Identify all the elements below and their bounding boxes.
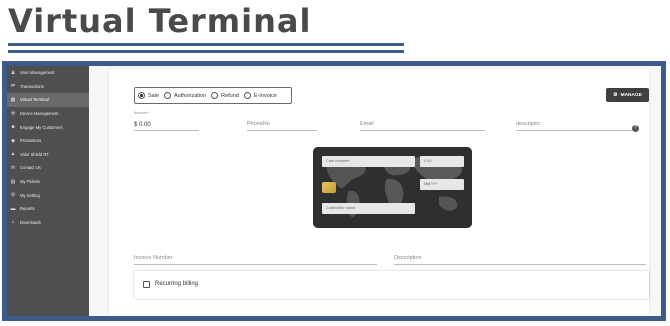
amount-value[interactable]: $ 0.00 — [134, 122, 151, 128]
sidebar-item-label: Engage My Customers — [20, 124, 63, 130]
customers-icon: ■ — [11, 124, 15, 131]
sidebar-item-label: My Tickets — [20, 179, 40, 185]
sidebar-item-my-setting[interactable]: ⚙ My Setting — [7, 188, 89, 202]
sidebar-item-downloads[interactable]: ⇣ Downloads — [7, 216, 89, 230]
expiry-input[interactable]: MM/YY* — [420, 179, 464, 190]
radio-refund-label: Refund — [221, 92, 239, 99]
sidebar: ♟ User Management ⇄ Transactions ▩ Virtual Te… — [7, 66, 89, 316]
ticket-icon: ▤ — [10, 178, 16, 185]
sidebar-item-engage-my-customers[interactable]: ■ Engage My Customers — [7, 120, 89, 134]
email-field[interactable]: Email — [360, 111, 485, 131]
terminal-card: Sale Authorization Refund E-Invoice ⚙ MA… — [109, 69, 649, 316]
manage-button-label: MANAGE — [620, 92, 642, 98]
gear-icon: ⚙ — [613, 92, 618, 98]
cvv-input[interactable]: CVV — [420, 156, 464, 167]
sidebar-item-user-management[interactable]: ♟ User Management — [7, 66, 89, 80]
radio-authorization-label: Authorization — [174, 92, 207, 99]
email-placeholder: Email — [360, 121, 374, 127]
card-number-input[interactable]: Card number* — [322, 156, 415, 167]
tag-icon: ◆ — [11, 137, 15, 144]
description-field[interactable]: Description — [394, 247, 646, 265]
help-icon[interactable]: ? — [632, 125, 639, 132]
manage-button[interactable]: ⚙ MANAGE — [606, 88, 649, 102]
sidebar-item-transactions[interactable]: ⇄ Transactions — [7, 80, 89, 94]
download-icon: ⇣ — [10, 219, 16, 226]
radio-einvoice-label: E-Invoice — [253, 92, 277, 99]
shield-icon: ▲ — [10, 151, 16, 158]
recurring-billing-checkbox[interactable] — [143, 281, 150, 288]
gear-icon: ⚙ — [10, 192, 16, 199]
credit-card-form: Card number* CVV MM/YY* Cardholder name — [313, 147, 472, 228]
description-placeholder: Description — [394, 255, 422, 261]
sidebar-item-virtual-terminal[interactable]: ▩ Virtual Terminal — [7, 93, 89, 107]
radio-refund[interactable]: Refund — [211, 92, 239, 99]
users-icon: ♟ — [10, 69, 16, 76]
sidebar-item-label: Downloads — [20, 219, 41, 225]
transaction-type-selector: Sale Authorization Refund E-Invoice — [134, 87, 292, 104]
amount-field[interactable]: Amount * $ 0.00 — [134, 111, 199, 131]
main-content: Sale Authorization Refund E-Invoice ⚙ MA… — [89, 66, 661, 316]
sidebar-item-valor-shield-rt[interactable]: ▲ Valor Shield RT — [7, 148, 89, 162]
phone-placeholder: PhoneNo — [247, 121, 270, 127]
phone-field[interactable]: PhoneNo — [247, 111, 317, 131]
report-icon: ▬ — [10, 205, 16, 212]
card-chip-icon — [322, 182, 336, 193]
sidebar-item-label: Promotions — [20, 138, 42, 144]
amount-label: Amount * — [134, 111, 150, 115]
sidebar-item-label: User Management — [20, 70, 55, 76]
descriptor-field[interactable]: descriptor — [516, 111, 634, 131]
recurring-billing-section: Recurring billing — [134, 271, 649, 299]
invoice-number-field[interactable]: Invoice Number — [134, 247, 377, 265]
invoice-number-placeholder: Invoice Number — [134, 255, 173, 261]
radio-einvoice-dot[interactable] — [243, 92, 251, 99]
screenshot-frame: ♟ User Management ⇄ Transactions ▩ Virtual Te… — [2, 61, 666, 321]
radio-sale-dot[interactable] — [138, 92, 145, 99]
sidebar-item-device-management[interactable]: ⚒ Device Management — [7, 107, 89, 121]
sidebar-item-label: Reports — [20, 206, 35, 212]
heading-underline-top — [8, 43, 404, 46]
sidebar-item-label: Device Management — [20, 111, 59, 117]
descriptor-placeholder: descriptor — [516, 121, 541, 127]
swap-icon: ⇄ — [10, 83, 16, 90]
contact-icon: ✉ — [10, 164, 16, 171]
sidebar-item-label: My Setting — [20, 192, 40, 198]
device-icon: ⚒ — [10, 110, 16, 117]
radio-einvoice[interactable]: E-Invoice — [243, 92, 277, 99]
radio-refund-dot[interactable] — [211, 92, 219, 99]
sidebar-item-promotions[interactable]: ◆ Promotions — [7, 134, 89, 148]
terminal-icon: ▩ — [10, 96, 16, 103]
sidebar-item-label: Virtual Terminal — [20, 97, 49, 103]
radio-sale-label: Sale — [148, 92, 160, 99]
sidebar-item-contact-us[interactable]: ✉ Contact Us — [7, 161, 89, 175]
sidebar-item-label: Valor Shield RT — [20, 151, 49, 157]
radio-authorization[interactable]: Authorization — [164, 92, 206, 99]
cardholder-name-input[interactable]: Cardholder name — [322, 203, 415, 214]
recurring-billing-label: Recurring billing — [155, 281, 199, 287]
radio-authorization-dot[interactable] — [164, 92, 172, 99]
heading-underline-bottom — [8, 50, 404, 53]
radio-sale[interactable]: Sale — [138, 92, 159, 99]
sidebar-item-reports[interactable]: ▬ Reports — [7, 202, 89, 216]
page-heading: Virtual Terminal — [8, 2, 312, 40]
sidebar-item-label: Transactions — [20, 83, 44, 89]
sidebar-item-my-tickets[interactable]: ▤ My Tickets — [7, 175, 89, 189]
sidebar-item-label: Contact Us — [20, 165, 41, 171]
